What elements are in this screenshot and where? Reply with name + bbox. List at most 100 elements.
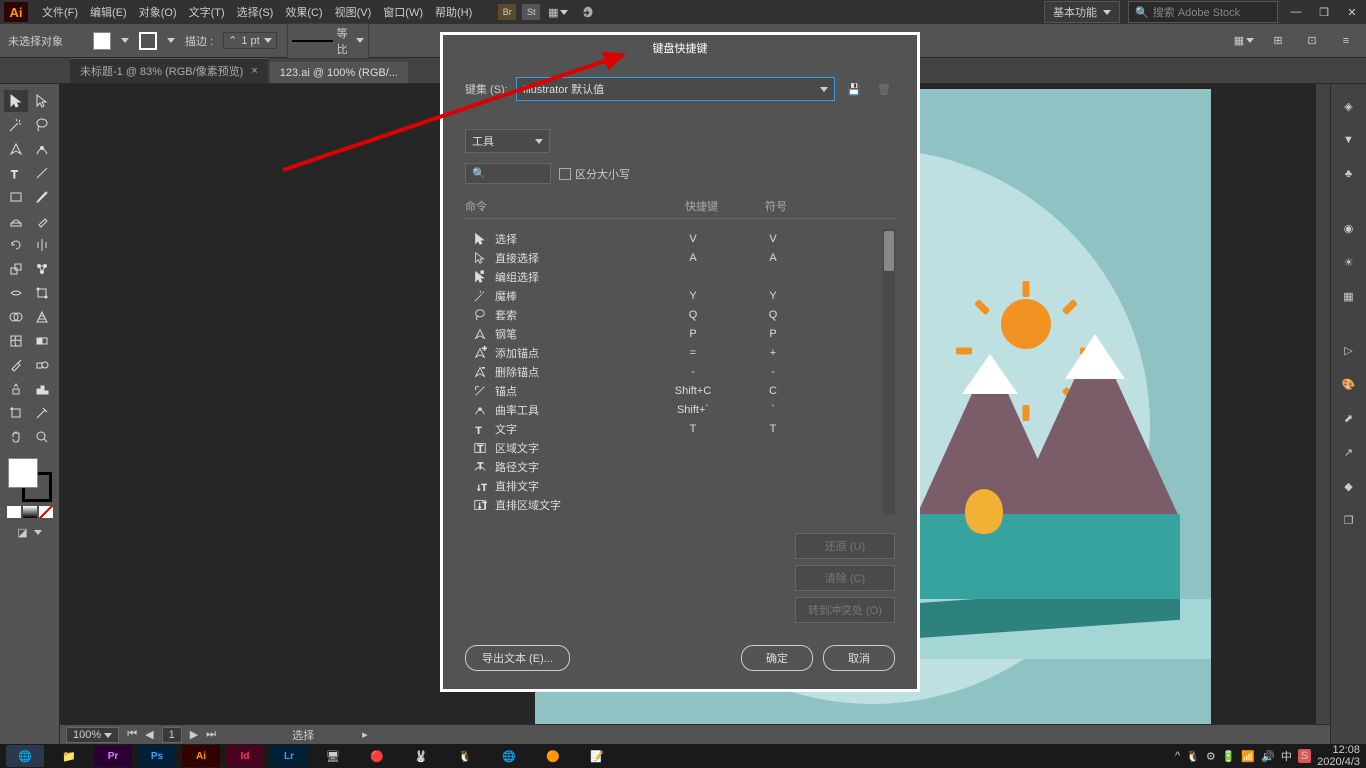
- tab-doc-1[interactable]: 未标题-1 @ 83% (RGB/像素预览)×: [70, 58, 268, 83]
- task-chrome[interactable]: 🌐: [490, 745, 528, 767]
- task-photoshop[interactable]: Ps: [138, 745, 176, 767]
- curvature-tool[interactable]: [30, 138, 54, 160]
- selection-tool[interactable]: [4, 90, 28, 112]
- tray-ime[interactable]: 中: [1281, 748, 1292, 764]
- prefs-icon[interactable]: ≡: [1334, 29, 1358, 53]
- isolate-icon[interactable]: ⊡: [1300, 29, 1324, 53]
- stroke-profile[interactable]: 等比: [287, 23, 369, 59]
- task-notes[interactable]: 📝: [578, 745, 616, 767]
- shortcut-row[interactable]: 套索QQ: [465, 305, 895, 324]
- gpu-icon[interactable]: [576, 0, 600, 24]
- lasso-tool[interactable]: [30, 114, 54, 136]
- fill-mode-gradient[interactable]: [23, 506, 37, 518]
- fill-mode-color[interactable]: [7, 506, 21, 518]
- clubs-panel-icon[interactable]: ♣: [1337, 162, 1361, 186]
- symbol-sprayer-tool[interactable]: [4, 378, 28, 400]
- task-premiere[interactable]: Pr: [94, 745, 132, 767]
- color-swap[interactable]: [8, 458, 52, 502]
- fill-swatch[interactable]: [8, 458, 38, 488]
- menu-select[interactable]: 选择(S): [231, 2, 280, 22]
- stroke-color[interactable]: [139, 32, 157, 50]
- eyedropper-tool[interactable]: [4, 354, 28, 376]
- delete-set-icon[interactable]: 🗑: [873, 78, 895, 100]
- list-scrollbar[interactable]: [883, 229, 895, 515]
- vertical-scrollbar[interactable]: [1316, 84, 1330, 724]
- tab-doc-2[interactable]: 123.ai @ 100% (RGB/...: [270, 62, 408, 83]
- menu-view[interactable]: 视图(V): [329, 2, 378, 22]
- screen-mode-dropdown[interactable]: [34, 526, 42, 539]
- mesh-tool[interactable]: [4, 330, 28, 352]
- restore-button[interactable]: ❐: [1314, 4, 1334, 20]
- magic-wand-tool[interactable]: [4, 114, 28, 136]
- nav-next-icon[interactable]: ▶: [190, 728, 198, 741]
- free-transform-tool[interactable]: [30, 282, 54, 304]
- menu-window[interactable]: 窗口(W): [377, 2, 429, 22]
- reflect-tool[interactable]: [30, 234, 54, 256]
- rotate-tool[interactable]: [4, 234, 28, 256]
- shape-builder-tool[interactable]: [4, 306, 28, 328]
- puppet-tool[interactable]: [30, 258, 54, 280]
- shortcut-row[interactable]: 曲率工具Shift+``: [465, 400, 895, 419]
- hand-tool[interactable]: [4, 426, 28, 448]
- task-lightroom[interactable]: Lr: [270, 745, 308, 767]
- tray-qq-icon[interactable]: 🐧: [1186, 750, 1200, 763]
- nav-prev-icon[interactable]: ◀: [145, 728, 153, 741]
- export-text-button[interactable]: 导出文本 (E)...: [465, 645, 570, 671]
- stroke-panel-icon[interactable]: ◆: [1337, 474, 1361, 498]
- task-app3[interactable]: 🐰: [402, 745, 440, 767]
- close-icon[interactable]: ×: [251, 65, 257, 77]
- menu-edit[interactable]: 编辑(E): [84, 2, 133, 22]
- width-tool[interactable]: [4, 282, 28, 304]
- bridge-icon[interactable]: Br: [498, 4, 516, 20]
- direct-selection-tool[interactable]: [30, 90, 54, 112]
- cc-panel-icon[interactable]: ◉: [1337, 216, 1361, 240]
- task-app2[interactable]: 🔴: [358, 745, 396, 767]
- zoom-tool[interactable]: [30, 426, 54, 448]
- task-app4[interactable]: 🟠: [534, 745, 572, 767]
- libraries-panel-icon[interactable]: ▼: [1337, 128, 1361, 152]
- shortcut-row[interactable]: -删除锚点--: [465, 362, 895, 381]
- line-tool[interactable]: [30, 162, 54, 184]
- shortcut-row[interactable]: 编组选择: [465, 267, 895, 286]
- fill-color[interactable]: [93, 32, 111, 50]
- shortcut-row[interactable]: +添加锚点=+: [465, 343, 895, 362]
- layers-panel-icon[interactable]: ▷: [1337, 338, 1361, 362]
- stock-icon[interactable]: St: [522, 4, 540, 20]
- task-app1[interactable]: 🖥: [314, 745, 352, 767]
- stock-search[interactable]: 🔍搜索 Adobe Stock: [1128, 1, 1278, 23]
- shortcut-search[interactable]: 🔍: [465, 163, 551, 184]
- arrange-icon[interactable]: ▦: [546, 0, 570, 24]
- fill-mode-none[interactable]: [39, 506, 53, 518]
- task-explorer[interactable]: 📁: [50, 745, 88, 767]
- menu-help[interactable]: 帮助(H): [429, 2, 478, 22]
- shortcut-row[interactable]: T文字TT: [465, 419, 895, 438]
- shortcut-row[interactable]: T区域文字: [465, 438, 895, 457]
- stroke-weight[interactable]: ⌃1 pt: [223, 32, 277, 49]
- tray-battery-icon[interactable]: 🔋: [1222, 750, 1236, 763]
- links-panel-icon[interactable]: ↗: [1337, 440, 1361, 464]
- eraser-tool[interactable]: [30, 210, 54, 232]
- nav-last-icon[interactable]: ⏭: [206, 728, 216, 741]
- shortcut-row[interactable]: T路径文字: [465, 457, 895, 476]
- blend-tool[interactable]: [30, 354, 54, 376]
- asset-panel-icon[interactable]: 🎨: [1337, 372, 1361, 396]
- shortcut-row[interactable]: 直接选择AA: [465, 248, 895, 267]
- task-qq[interactable]: 🐧: [446, 745, 484, 767]
- task-illustrator[interactable]: Ai: [182, 745, 220, 767]
- swatches-panel-icon[interactable]: ▦: [1337, 284, 1361, 308]
- gradient-tool[interactable]: [30, 330, 54, 352]
- shortcut-row[interactable]: ↓T直排文字: [465, 476, 895, 495]
- rectangle-tool[interactable]: [4, 186, 28, 208]
- zoom-dropdown[interactable]: 100%: [66, 727, 119, 743]
- menu-file[interactable]: 文件(F): [36, 2, 84, 22]
- pen-tool[interactable]: [4, 138, 28, 160]
- transform-icon[interactable]: ⊞: [1266, 29, 1290, 53]
- shortcut-row[interactable]: 魔棒YY: [465, 286, 895, 305]
- workspace-dropdown[interactable]: 基本功能: [1044, 1, 1120, 23]
- artboard-number[interactable]: 1: [162, 727, 182, 743]
- artboards-panel-icon[interactable]: ⬈: [1337, 406, 1361, 430]
- status-expand-icon[interactable]: ▸: [362, 728, 368, 741]
- cancel-button[interactable]: 取消: [823, 645, 895, 671]
- artboard-tool[interactable]: [4, 402, 28, 424]
- paintbrush-tool[interactable]: [30, 186, 54, 208]
